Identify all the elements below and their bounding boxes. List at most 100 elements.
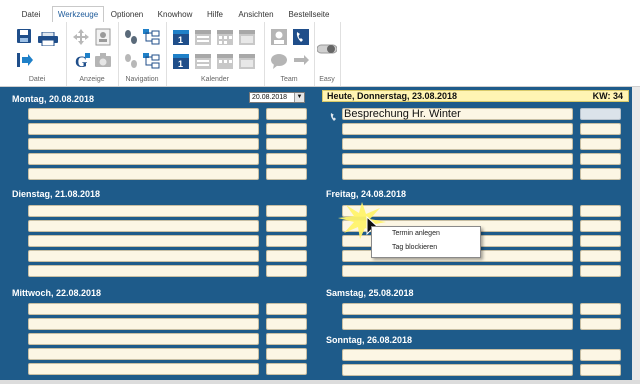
time-slot[interactable] — [28, 363, 259, 375]
chat-icon[interactable] — [270, 52, 287, 69]
person-icon[interactable] — [270, 28, 287, 45]
time-slot-small[interactable] — [580, 123, 621, 135]
ribbon-group-easy: Easy — [314, 22, 341, 86]
time-slot[interactable] — [28, 108, 259, 120]
time-slot-small[interactable] — [266, 265, 307, 277]
chevron-down-icon[interactable]: ▼ — [294, 93, 304, 102]
time-slot[interactable] — [342, 265, 573, 277]
time-slot[interactable] — [28, 250, 259, 262]
time-slot-small[interactable] — [266, 138, 307, 150]
time-slot[interactable] — [342, 349, 573, 361]
time-slot[interactable] — [28, 123, 259, 135]
phone-icon — [329, 109, 339, 127]
time-slot-small[interactable] — [580, 153, 621, 165]
ribbon: Datei G Anzeige Navigation 1 1 Kalender … — [0, 22, 640, 87]
time-slot[interactable] — [342, 364, 573, 376]
time-slot-small[interactable] — [580, 220, 621, 232]
menu-item-termin-anlegen[interactable]: Termin anlegen — [392, 230, 440, 237]
time-slot[interactable] — [28, 235, 259, 247]
move-icon[interactable] — [72, 28, 89, 45]
time-slot-small[interactable] — [266, 333, 307, 345]
time-slot[interactable] — [342, 138, 573, 150]
day-view-icon[interactable]: 1 — [172, 28, 189, 45]
week-view-icon[interactable] — [194, 52, 211, 69]
day-header-sunday: Sonntag, 26.08.2018 — [326, 335, 413, 345]
ribbon-group-label: Anzeige — [79, 76, 105, 83]
tree-icon[interactable] — [142, 52, 160, 69]
time-slot[interactable] — [28, 348, 259, 360]
time-slot[interactable] — [28, 205, 259, 217]
time-slot[interactable] — [28, 168, 259, 180]
time-slot-small[interactable] — [580, 250, 621, 262]
time-slot-small[interactable] — [580, 303, 621, 315]
time-slot[interactable] — [342, 168, 573, 180]
side-strip — [632, 87, 640, 384]
time-slot-small[interactable] — [580, 318, 621, 330]
year-view-icon[interactable] — [238, 28, 255, 45]
footsteps-icon[interactable] — [122, 28, 138, 44]
menu-item-tag-blockieren[interactable]: Tag blockieren — [392, 244, 437, 251]
time-slot-small[interactable] — [266, 250, 307, 262]
month-view-icon[interactable] — [216, 28, 233, 45]
time-slot-small[interactable] — [266, 318, 307, 330]
tab-datei[interactable]: Datei — [16, 8, 46, 22]
today-header: Heute, Donnerstag, 23.08.2018 KW: 34 — [322, 90, 629, 102]
toggle-icon[interactable] — [317, 44, 337, 58]
footsteps-icon[interactable] — [122, 52, 138, 68]
tab-hilfe[interactable]: Hilfe — [202, 8, 228, 22]
contact-card-icon[interactable] — [94, 28, 111, 46]
time-slot[interactable] — [342, 153, 573, 165]
time-slot-small[interactable] — [266, 205, 307, 217]
time-slot-small[interactable] — [266, 168, 307, 180]
time-slot-small[interactable] — [580, 364, 621, 376]
date-picker[interactable]: 20.08.2018 ▼ — [249, 92, 305, 103]
tab-ansichten[interactable]: Ansichten — [234, 8, 278, 22]
google-icon[interactable]: G — [72, 52, 90, 70]
time-slot[interactable] — [342, 123, 573, 135]
time-slot-small[interactable] — [580, 108, 621, 120]
time-slot[interactable] — [342, 303, 573, 315]
time-slot[interactable] — [28, 138, 259, 150]
week-calendar: Montag, 20.08.2018 20.08.2018 ▼ Dienstag… — [0, 87, 632, 384]
time-slot-small[interactable] — [266, 220, 307, 232]
time-slot[interactable] — [28, 318, 259, 330]
week-view-icon[interactable] — [194, 28, 211, 45]
tab-optionen[interactable]: Optionen — [106, 8, 148, 22]
time-slot-small[interactable] — [266, 108, 307, 120]
tab-bestellseite[interactable]: Bestellseite — [284, 8, 334, 22]
time-slot-small[interactable] — [580, 205, 621, 217]
exit-icon[interactable] — [16, 52, 33, 67]
time-slot[interactable] — [342, 318, 573, 330]
time-slot[interactable] — [28, 220, 259, 232]
time-slot-small[interactable] — [266, 348, 307, 360]
time-slot[interactable] — [28, 265, 259, 277]
phone-icon[interactable] — [292, 28, 309, 45]
time-slot-small[interactable] — [580, 235, 621, 247]
time-slot-small[interactable] — [266, 235, 307, 247]
time-slot[interactable] — [28, 333, 259, 345]
save-icon[interactable] — [16, 28, 32, 43]
time-slot-small[interactable] — [580, 265, 621, 277]
tab-knowhow[interactable]: Knowhow — [154, 8, 196, 22]
year-view-icon[interactable] — [238, 52, 255, 69]
time-slot-small[interactable] — [266, 153, 307, 165]
time-slot[interactable] — [28, 303, 259, 315]
ribbon-group-kalender: 1 1 Kalender — [166, 22, 265, 86]
transfer-icon[interactable] — [292, 52, 309, 66]
day-view-icon[interactable]: 1 — [172, 52, 189, 69]
today-title: Heute, Donnerstag, 23.08.2018 — [327, 91, 458, 101]
camera-icon[interactable] — [94, 52, 111, 67]
print-icon[interactable] — [38, 32, 58, 46]
time-slot-small[interactable] — [266, 363, 307, 375]
time-slot-small[interactable] — [266, 303, 307, 315]
day-header-monday: Montag, 20.08.2018 — [12, 94, 95, 104]
time-slot-small[interactable] — [580, 138, 621, 150]
svg-text:1: 1 — [178, 35, 183, 45]
time-slot-small[interactable] — [266, 123, 307, 135]
appointment-title[interactable]: Besprechung Hr. Winter — [344, 108, 461, 120]
tree-icon[interactable] — [142, 28, 160, 45]
time-slot-small[interactable] — [580, 168, 621, 180]
time-slot[interactable] — [28, 153, 259, 165]
month-view-icon[interactable] — [216, 52, 233, 69]
time-slot-small[interactable] — [580, 349, 621, 361]
